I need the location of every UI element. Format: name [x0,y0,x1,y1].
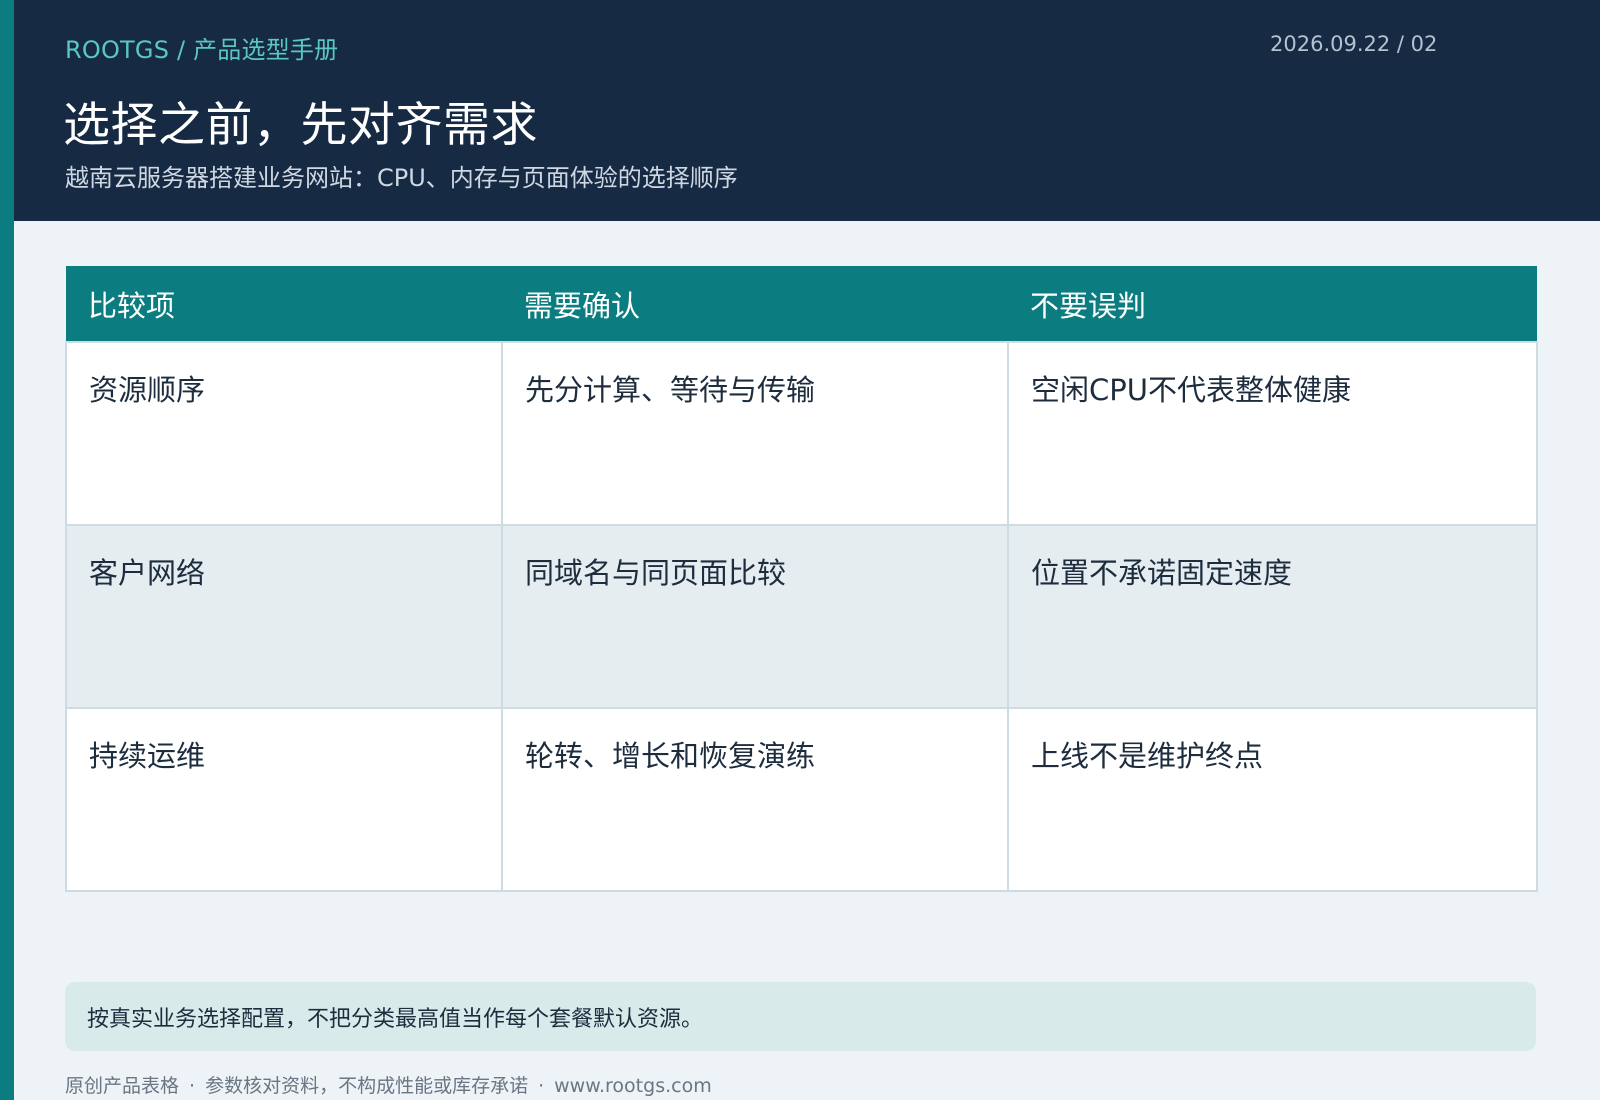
table-row: 客户网络 同域名与同页面比较 位置不承诺固定速度 [65,524,1538,709]
footer-label: 原创产品表格 [65,1075,180,1097]
note-text: 按真实业务选择配置，不把分类最高值当作每个套餐默认资源。 [87,1007,704,1032]
table-cell: 持续运维 [65,707,503,892]
table-row: 资源顺序 先分计算、等待与传输 空闲CPU不代表整体健康 [65,341,1538,526]
footer-website-link[interactable]: www.rootgs.com [554,1075,712,1097]
page-date-number: 2026.09.22 / 02 [1270,32,1438,56]
table-cell: 先分计算、等待与传输 [501,341,1009,526]
table-row: 持续运维 轮转、增长和恢复演练 上线不是维护终点 [65,707,1538,892]
column-header: 不要误判 [1008,266,1537,342]
table-header-row: 比较项 需要确认 不要误判 [66,266,1537,342]
column-header: 比较项 [66,266,502,342]
footer: 原创产品表格 · 参数核对资料，不构成性能或库存承诺 · www.rootgs.com [65,1071,712,1098]
footer-separator: · [189,1075,196,1097]
table-cell: 位置不承诺固定速度 [1007,524,1538,709]
note-callout: 按真实业务选择配置，不把分类最高值当作每个套餐默认资源。 [65,982,1536,1051]
page-title: 选择之前，先对齐需求 [63,98,538,153]
page-header: ROOTGS / 产品选型手册 2026.09.22 / 02 选择之前，先对齐… [14,0,1600,221]
table-cell: 同域名与同页面比较 [501,524,1009,709]
breadcrumb[interactable]: ROOTGS / 产品选型手册 [65,30,338,65]
comparison-table: 比较项 需要确认 不要误判 资源顺序 先分计算、等待与传输 空闲CPU不代表整体… [65,266,1538,892]
footer-separator: · [538,1075,545,1097]
table-cell: 轮转、增长和恢复演练 [501,707,1009,892]
table-cell: 资源顺序 [65,341,503,526]
table-cell: 空闲CPU不代表整体健康 [1007,341,1538,526]
table-cell: 客户网络 [65,524,503,709]
footer-disclaimer: 参数核对资料，不构成性能或库存承诺 [205,1075,529,1097]
accent-bar [0,0,14,1100]
table-cell: 上线不是维护终点 [1007,707,1538,892]
page-subtitle: 越南云服务器搭建业务网站：CPU、内存与页面体验的选择顺序 [65,164,738,192]
column-header: 需要确认 [502,266,1008,342]
